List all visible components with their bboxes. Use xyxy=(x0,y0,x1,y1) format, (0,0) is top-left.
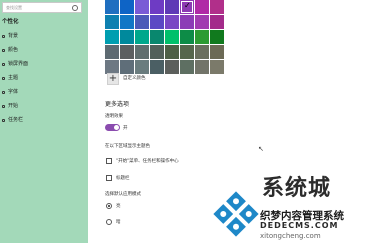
watermark-line2: DEDECMS.COM xyxy=(260,221,339,230)
color-swatch[interactable] xyxy=(165,0,179,14)
color-swatch[interactable] xyxy=(150,15,164,29)
color-swatch[interactable] xyxy=(165,60,179,74)
color-swatch[interactable] xyxy=(165,45,179,59)
color-swatch[interactable] xyxy=(180,30,194,44)
sidebar-item-colors[interactable]: 颜色 xyxy=(0,45,88,56)
color-swatch[interactable] xyxy=(210,60,224,74)
settings-sidebar: 查找设置 个性化 背景 颜色 锁屏界面 主题 字体 开始 任务栏 xyxy=(0,0,88,243)
sidebar-item-label: 颜色 xyxy=(8,47,19,53)
color-swatch[interactable] xyxy=(180,15,194,29)
light-mode-radio[interactable] xyxy=(106,203,112,209)
sidebar-item-label: 锁屏界面 xyxy=(8,61,29,67)
color-swatch[interactable] xyxy=(135,45,149,59)
xitongcheng-logo-icon xyxy=(213,191,259,237)
color-swatch[interactable] xyxy=(180,45,194,59)
color-swatch[interactable] xyxy=(210,15,224,29)
color-swatch[interactable] xyxy=(210,0,224,14)
sidebar-item-label: 任务栏 xyxy=(8,117,24,123)
color-swatch[interactable] xyxy=(195,30,209,44)
sidebar-item-start[interactable]: 开始 xyxy=(0,101,88,112)
color-swatch[interactable] xyxy=(105,15,119,29)
transparency-toggle[interactable] xyxy=(105,124,120,131)
monitor-icon xyxy=(2,63,5,66)
color-swatch[interactable] xyxy=(210,45,224,59)
dark-mode-radio[interactable] xyxy=(106,219,112,225)
more-options-title: 更多选项 xyxy=(105,101,130,108)
color-swatch[interactable] xyxy=(150,60,164,74)
color-swatch[interactable] xyxy=(180,60,194,74)
color-swatch[interactable] xyxy=(195,15,209,29)
sidebar-item-background[interactable]: 背景 xyxy=(0,31,88,42)
search-icon[interactable] xyxy=(72,5,78,11)
taskbar-icon xyxy=(2,119,5,122)
sidebar-section-title: 个性化 xyxy=(2,19,19,25)
sidebar-item-fonts[interactable]: 字体 xyxy=(0,87,88,98)
color-swatch[interactable] xyxy=(120,15,134,29)
accent-color-grid: ✓ xyxy=(105,0,225,74)
color-swatch[interactable] xyxy=(135,15,149,29)
palette-icon xyxy=(2,49,5,52)
show-accent-label: 在以下区域显示主题色 xyxy=(105,144,150,149)
color-swatch[interactable] xyxy=(150,45,164,59)
color-swatch[interactable] xyxy=(135,60,149,74)
search-input[interactable]: 查找设置 xyxy=(2,2,82,13)
add-custom-color-button[interactable]: + xyxy=(107,73,119,85)
color-swatch[interactable] xyxy=(195,0,209,14)
sidebar-item-label: 开始 xyxy=(8,103,19,109)
toggle-knob xyxy=(114,125,119,130)
color-swatch-selected[interactable]: ✓ xyxy=(180,0,194,14)
color-swatch[interactable] xyxy=(135,0,149,14)
color-swatch[interactable] xyxy=(120,60,134,74)
color-swatch[interactable] xyxy=(105,45,119,59)
image-icon xyxy=(2,35,5,38)
color-swatch[interactable] xyxy=(135,30,149,44)
transparency-state: 开 xyxy=(123,126,128,131)
color-swatch[interactable] xyxy=(195,45,209,59)
color-swatch[interactable] xyxy=(120,45,134,59)
titlebar-label: 标题栏 xyxy=(116,176,130,181)
color-swatch[interactable] xyxy=(195,60,209,74)
grid-icon xyxy=(2,105,5,108)
color-swatch[interactable] xyxy=(165,15,179,29)
check-icon: ✓ xyxy=(184,1,191,10)
sidebar-item-label: 字体 xyxy=(8,89,19,95)
start-taskbar-label: "开始"菜单、任务栏和操作中心 xyxy=(116,159,179,164)
color-swatch[interactable] xyxy=(165,30,179,44)
app-mode-title: 选择默认应用模式 xyxy=(105,192,141,197)
color-swatch[interactable] xyxy=(120,0,134,14)
sidebar-item-taskbar[interactable]: 任务栏 xyxy=(0,115,88,126)
sidebar-item-lockscreen[interactable]: 锁屏界面 xyxy=(0,59,88,70)
color-swatch[interactable] xyxy=(105,60,119,74)
color-swatch[interactable] xyxy=(120,30,134,44)
sidebar-item-themes[interactable]: 主题 xyxy=(0,73,88,84)
plus-icon: + xyxy=(108,73,118,84)
watermark: 系统城 织梦内容管理系统 DEDECMS.COM xitongcheng.com xyxy=(200,160,369,243)
sidebar-item-label: 主题 xyxy=(8,75,19,81)
sidebar-item-label: 背景 xyxy=(8,33,19,39)
brush-icon xyxy=(2,77,5,80)
color-swatch[interactable] xyxy=(105,0,119,14)
color-swatch[interactable] xyxy=(150,30,164,44)
custom-color-label: 自定义颜色 xyxy=(123,76,146,81)
start-taskbar-checkbox[interactable] xyxy=(106,158,112,164)
watermark-title: 系统城 xyxy=(262,176,332,201)
transparency-label: 透明效果 xyxy=(105,114,123,119)
light-mode-label: 亮 xyxy=(116,204,121,209)
mouse-cursor-icon: ↖ xyxy=(258,145,264,153)
watermark-line3: xitongcheng.com xyxy=(260,232,321,240)
color-swatch[interactable] xyxy=(150,0,164,14)
search-placeholder: 查找设置 xyxy=(6,5,22,10)
titlebar-checkbox[interactable] xyxy=(106,175,112,181)
dark-mode-label: 暗 xyxy=(116,220,121,225)
font-icon xyxy=(2,91,5,94)
color-swatch[interactable] xyxy=(210,30,224,44)
color-swatch[interactable] xyxy=(105,30,119,44)
